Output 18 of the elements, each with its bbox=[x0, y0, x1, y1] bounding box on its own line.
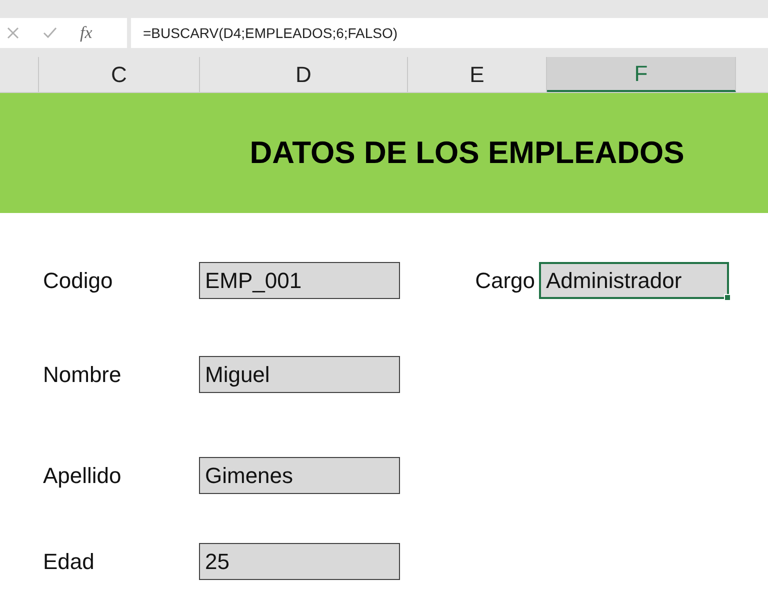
column-header[interactable]: D bbox=[200, 57, 408, 92]
formula-field[interactable]: =BUSCARV(D4;EMPLEADOS;6;FALSO) bbox=[131, 18, 768, 48]
field-label: Codigo bbox=[43, 268, 114, 294]
field-label: Nombre bbox=[43, 362, 122, 388]
value-cell[interactable]: Miguel bbox=[199, 356, 400, 393]
field-label: Cargo bbox=[474, 268, 536, 294]
value-cell[interactable]: 25 bbox=[199, 543, 400, 580]
cancel-icon[interactable] bbox=[6, 26, 20, 40]
value-cell[interactable]: Administrador bbox=[539, 262, 729, 299]
column-header[interactable]: F bbox=[547, 57, 736, 92]
value-cell[interactable]: Gimenes bbox=[199, 457, 400, 494]
function-button[interactable]: fx bbox=[80, 23, 92, 43]
field-label: Edad bbox=[43, 548, 96, 574]
value-cell[interactable]: EMP_001 bbox=[199, 262, 400, 299]
check-icon[interactable] bbox=[42, 26, 58, 40]
sheet-title: DATOS DE LOS EMPLEADOS bbox=[250, 135, 684, 171]
column-header[interactable]: C bbox=[39, 57, 200, 92]
field-label: Apellido bbox=[43, 462, 122, 488]
